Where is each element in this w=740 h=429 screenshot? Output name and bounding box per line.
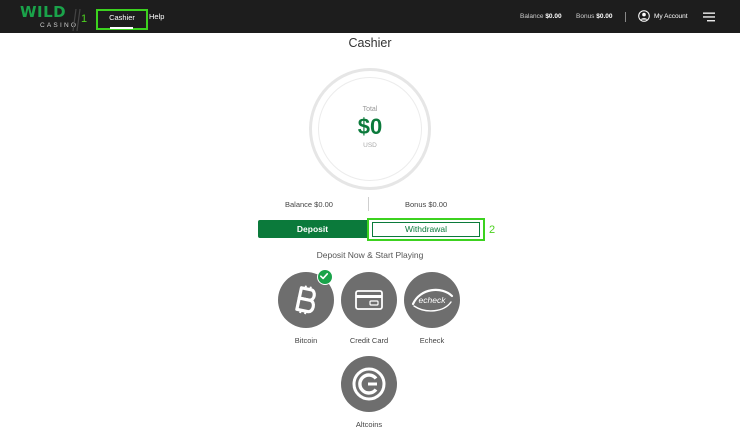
logo-word: WILD bbox=[20, 3, 67, 21]
total-label: Total bbox=[362, 106, 378, 113]
nav-cashier-link[interactable]: Cashier bbox=[96, 9, 148, 30]
page-title: Cashier bbox=[348, 36, 392, 50]
balance-summary: Balance $0.00 bbox=[285, 200, 333, 209]
nav-help-link[interactable]: Help bbox=[149, 12, 164, 21]
credit-card-icon bbox=[355, 290, 383, 310]
topbar-bonus-value: $0.00 bbox=[596, 13, 613, 20]
wild-casino-logo[interactable]: WILD CASINO bbox=[20, 3, 76, 31]
active-tab-underline bbox=[110, 27, 133, 29]
top-nav-bar: WILD CASINO 1 Cashier Help Balance $0.00… bbox=[0, 0, 740, 33]
nav-cashier-label: Cashier bbox=[109, 13, 135, 22]
annotation-number-1: 1 bbox=[81, 13, 88, 25]
topbar-balance-value: $0.00 bbox=[545, 13, 562, 20]
my-account-link[interactable]: My Account bbox=[654, 13, 688, 20]
topbar-divider bbox=[625, 12, 626, 22]
topbar-bonus-label: Bonus bbox=[576, 13, 595, 20]
topbar-bonus: Bonus $0.00 bbox=[576, 13, 613, 20]
altcoins-circle bbox=[341, 356, 397, 412]
bonus-summary: Bonus $0.00 bbox=[405, 200, 448, 209]
topbar-balance-label: Balance bbox=[520, 13, 544, 20]
selected-check-icon bbox=[317, 269, 333, 285]
account-icon[interactable] bbox=[638, 10, 650, 22]
hamburger-menu-icon[interactable] bbox=[703, 12, 715, 22]
altcoins-icon bbox=[352, 367, 386, 401]
payment-method-label: Echeck bbox=[419, 336, 445, 345]
echeck-circle: echeck bbox=[404, 272, 460, 328]
balance-divider bbox=[368, 197, 369, 211]
withdrawal-tab-button[interactable]: Withdrawal bbox=[367, 218, 485, 241]
credit-card-circle bbox=[341, 272, 397, 328]
deposit-tab-button[interactable]: Deposit bbox=[258, 220, 367, 238]
total-currency: USD bbox=[363, 142, 377, 149]
withdrawal-tab-label: Withdrawal bbox=[372, 222, 480, 237]
payment-method-label: Altcoins bbox=[355, 420, 383, 429]
echeck-icon: echeck bbox=[411, 288, 454, 312]
topbar-balance: Balance $0.00 bbox=[520, 13, 562, 20]
deposit-subtitle: Deposit Now & Start Playing bbox=[316, 250, 424, 260]
annotation-number-2: 2 bbox=[489, 224, 496, 236]
echeck-icon-text: echeck bbox=[419, 295, 447, 305]
total-amount: $0 bbox=[357, 114, 383, 139]
